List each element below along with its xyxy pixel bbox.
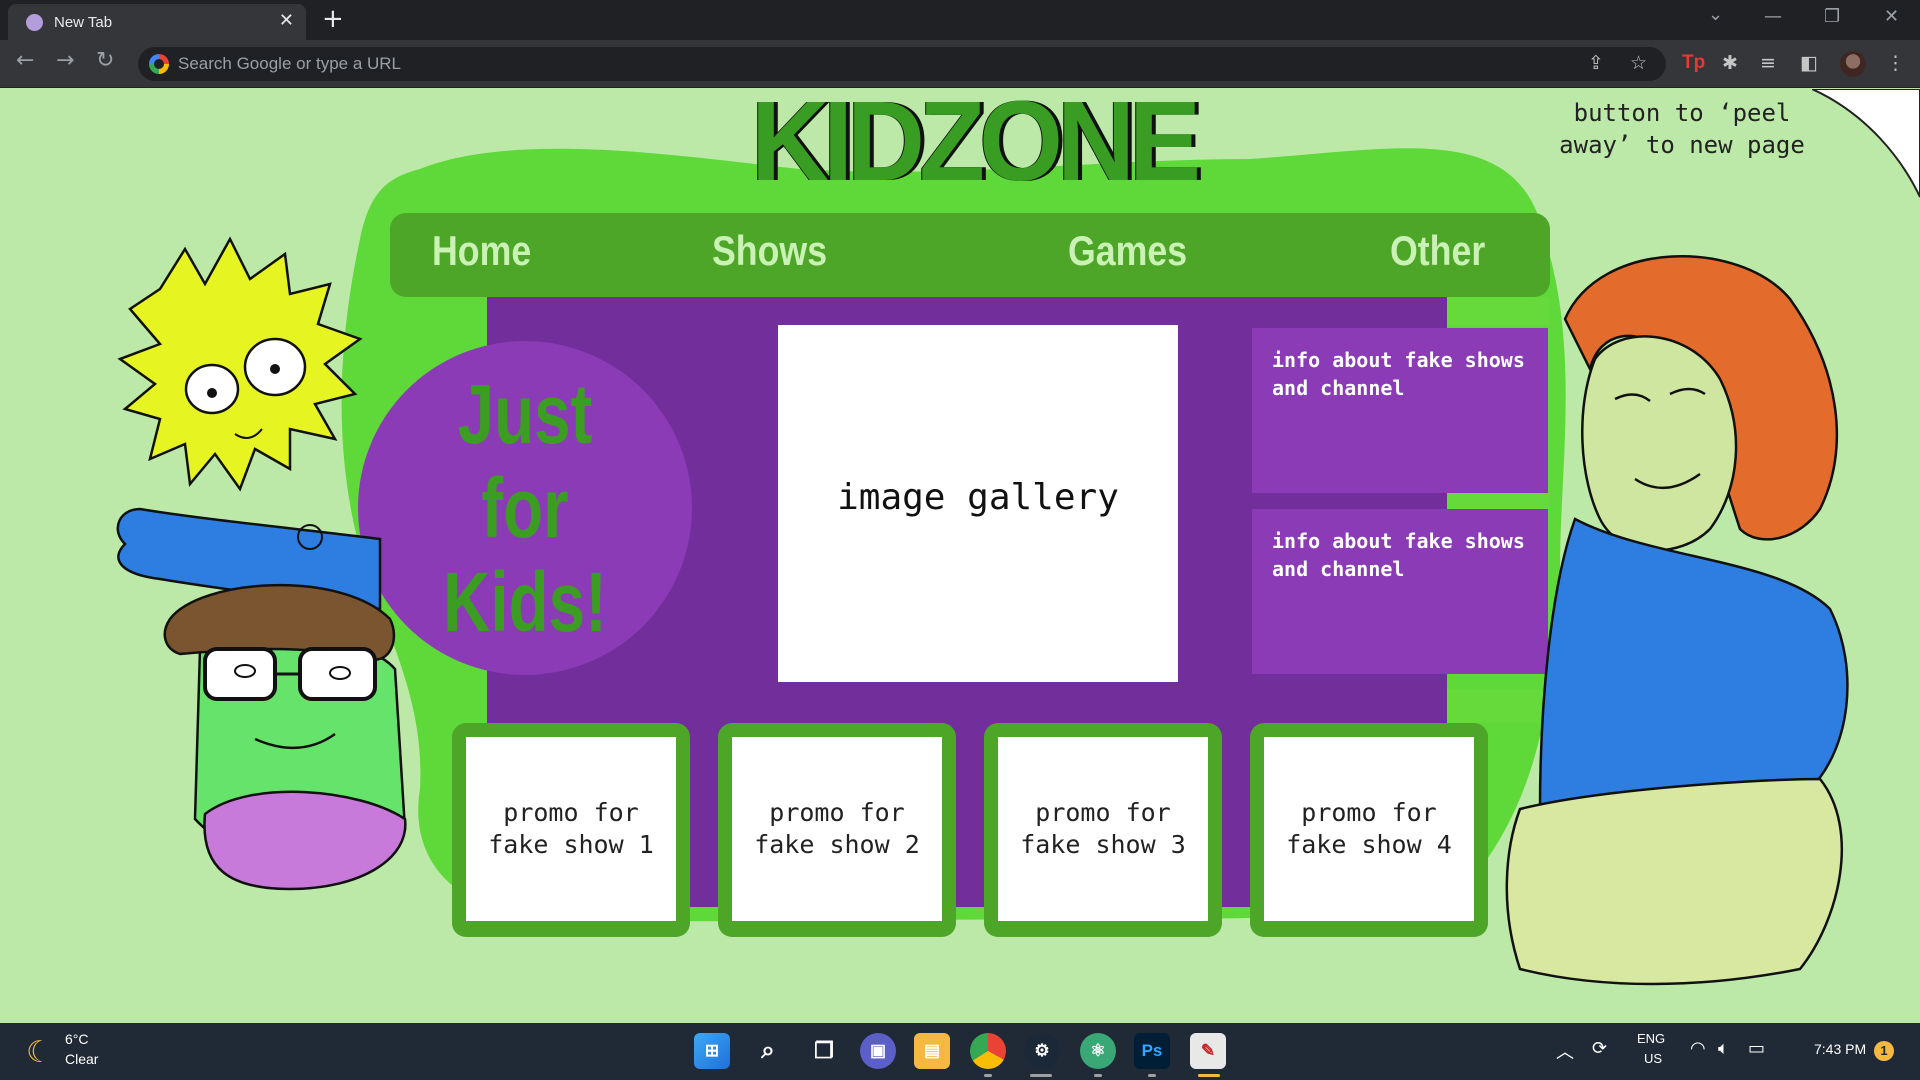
share-icon[interactable]: ⇪ [1588, 52, 1604, 74]
file-explorer-icon[interactable]: ▤ [914, 1033, 950, 1069]
menu-kebab-icon[interactable]: ⋮ [1886, 52, 1905, 74]
kidzone-page: KIDZONE Home Shows Games Other Just for … [0, 89, 1920, 1023]
chat-teams-icon[interactable]: ▣ [860, 1033, 896, 1069]
paint-active-indicator [1198, 1074, 1220, 1077]
extensions-puzzle-icon[interactable]: ✱ [1722, 52, 1738, 74]
browser-toolbar: ← → ↻ Search Google or type a URL ⇪ ☆ Tp… [0, 40, 1920, 88]
tab-favicon-icon [26, 14, 43, 31]
media-queue-icon[interactable]: ≡ [1760, 52, 1776, 74]
reload-icon[interactable]: ↻ [96, 48, 114, 73]
extension-tp-icon[interactable]: Tp [1682, 52, 1705, 74]
photoshop-running-indicator [1148, 1074, 1156, 1077]
browser-tab-new-tab[interactable]: New Tab ✕ [8, 4, 306, 40]
atom-icon[interactable]: ⚛ [1080, 1033, 1116, 1069]
steam-icon[interactable]: ⚙ [1024, 1033, 1060, 1069]
steam-active-indicator [1030, 1074, 1052, 1077]
notification-badge[interactable]: 1 [1874, 1041, 1894, 1061]
tab-search-chevron-icon[interactable]: ⌄ [1708, 4, 1723, 25]
task-view-icon[interactable]: ❐ [806, 1033, 842, 1069]
search-icon[interactable]: ⌕ [750, 1033, 786, 1069]
minimize-button[interactable]: — [1764, 6, 1782, 27]
taskbar-clock[interactable]: 7:43 PM [1814, 1041, 1866, 1057]
windows-taskbar: ☾ 6°C Clear ⊞ ⌕ ❐ ▣ ▤ ⚙ ⚛ Ps ✎ ︿ ⟳ ENG U… [0, 1023, 1920, 1080]
address-placeholder[interactable]: Search Google or type a URL [178, 54, 401, 74]
green-boy-illustration [163, 583, 407, 891]
google-icon [149, 54, 169, 74]
paint-icon[interactable]: ✎ [1190, 1033, 1226, 1069]
moon-weather-icon[interactable]: ☾ [26, 1035, 53, 1070]
start-windows-icon[interactable]: ⊞ [694, 1033, 730, 1069]
sync-icon[interactable]: ⟳ [1592, 1038, 1607, 1059]
address-bar[interactable]: Search Google or type a URL ⇪ ☆ [138, 47, 1666, 81]
yellow-monster-illustration [117, 236, 363, 492]
tab-close-icon[interactable]: ✕ [279, 10, 294, 31]
bookmark-star-icon[interactable]: ☆ [1630, 52, 1647, 74]
cartoon-characters [116, 236, 1849, 986]
photoshop-icon[interactable]: Ps [1134, 1033, 1170, 1069]
volume-icon[interactable]: 🔈︎ [1718, 1038, 1729, 1059]
back-arrow-icon[interactable]: ← [16, 48, 34, 73]
chrome-icon[interactable] [970, 1033, 1006, 1069]
region-indicator[interactable]: US [1644, 1051, 1662, 1066]
forward-arrow-icon[interactable]: → [56, 48, 74, 73]
new-tab-button[interactable]: + [322, 4, 344, 34]
battery-icon[interactable]: ▭ [1748, 1038, 1765, 1059]
weather-temperature[interactable]: 6°C [65, 1031, 89, 1047]
chevron-up-icon[interactable]: ︿ [1556, 1038, 1574, 1064]
close-window-button[interactable]: ✕ [1884, 6, 1899, 27]
tab-strip: New Tab ✕ + ⌄ — ❐ ✕ [0, 0, 1920, 40]
red-haired-woman-illustration [1505, 255, 1849, 986]
atom-running-indicator [1094, 1074, 1102, 1077]
profile-avatar[interactable] [1840, 51, 1866, 77]
restore-button[interactable]: ❐ [1824, 6, 1840, 27]
wifi-icon[interactable]: ◠ [1690, 1038, 1706, 1059]
side-panel-icon[interactable]: ◧ [1800, 52, 1818, 74]
weather-condition[interactable]: Clear [65, 1051, 98, 1067]
chrome-running-indicator [984, 1074, 992, 1077]
language-indicator[interactable]: ENG [1637, 1031, 1665, 1046]
tab-title: New Tab [54, 14, 113, 31]
